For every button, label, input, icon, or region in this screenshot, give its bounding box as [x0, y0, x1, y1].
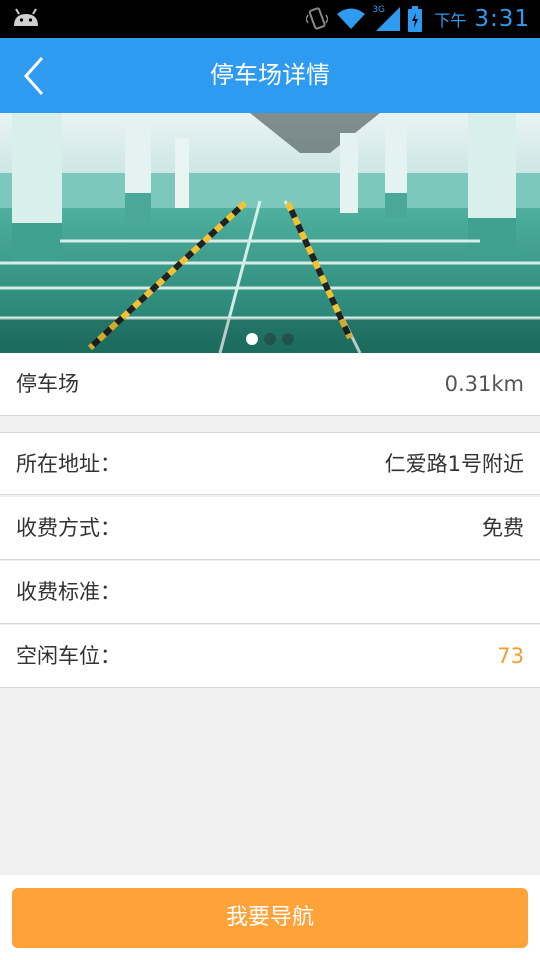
status-time: 3:31	[474, 6, 530, 32]
carousel-dot-2[interactable]	[264, 333, 276, 345]
address-label: 所在地址：	[16, 452, 121, 476]
app-bar: 停车场详情	[0, 38, 540, 113]
vibrate-icon	[306, 6, 329, 32]
navigate-button[interactable]: 我要导航	[12, 888, 528, 948]
status-bar: 3G 下午 3:31	[0, 0, 540, 38]
page-title: 停车场详情	[210, 61, 330, 89]
android-icon	[12, 8, 40, 28]
fee-method-value: 免费	[482, 516, 524, 540]
wifi-icon	[336, 7, 366, 31]
parking-photo-carousel[interactable]	[0, 113, 540, 353]
parking-garage-photo	[0, 113, 540, 353]
signal-icon: 3G	[372, 5, 401, 31]
carousel-dot-3[interactable]	[282, 333, 294, 345]
back-arrow-icon	[23, 57, 44, 95]
fee-method-row: 收费方式： 免费	[0, 497, 540, 560]
battery-icon	[408, 6, 423, 32]
fee-method-label: 收费方式：	[16, 516, 121, 540]
address-row: 所在地址： 仁爱路1号附近	[0, 432, 540, 495]
carousel-dot-1[interactable]	[246, 333, 258, 345]
address-value: 仁爱路1号附近	[384, 452, 524, 476]
back-button[interactable]	[14, 52, 60, 100]
fee-standard-label: 收费标准：	[16, 580, 121, 604]
free-spaces-row: 空闲车位： 73	[0, 625, 540, 688]
free-spaces-label: 空闲车位：	[16, 644, 121, 668]
fee-standard-row: 收费标准：	[0, 561, 540, 624]
parking-distance: 0.31km	[444, 372, 524, 396]
free-spaces-value: 73	[497, 644, 524, 668]
network-type-label: 3G	[372, 5, 386, 15]
parking-name: 停车场	[16, 372, 79, 396]
carousel-indicator	[0, 333, 540, 345]
parking-summary-row: 停车场 0.31km	[0, 353, 540, 416]
status-ampm: 下午	[434, 11, 467, 30]
